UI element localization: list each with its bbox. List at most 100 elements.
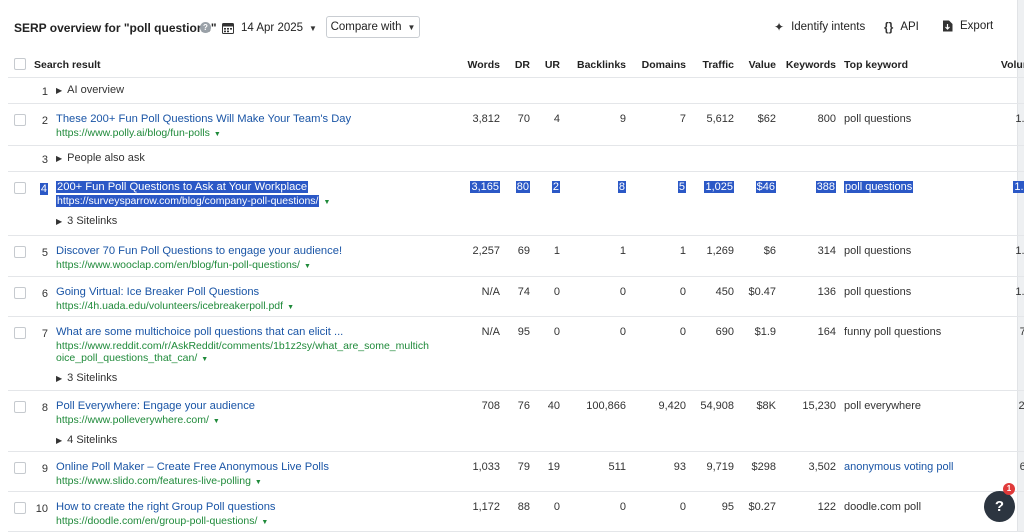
result-url[interactable]: https://www.slido.com/features-live-poll… (56, 475, 434, 487)
table-header: Search result Words DR UR Backlinks Doma… (8, 52, 1024, 78)
keywords-link[interactable]: 15,230 (780, 390, 841, 452)
dr-value: 95 (504, 316, 535, 391)
backlinks-link[interactable]: 0 (564, 491, 631, 532)
top-keyword-link[interactable]: funny poll questions (840, 316, 987, 391)
col-words[interactable]: Words (438, 52, 505, 78)
row-checkbox[interactable] (14, 182, 26, 194)
top-keyword-link[interactable]: poll everywhere (840, 390, 987, 452)
top-keyword-link[interactable]: poll questions (840, 103, 987, 146)
row-checkbox[interactable] (14, 327, 26, 339)
row-checkbox[interactable] (14, 246, 26, 258)
backlinks-link[interactable]: 8 (617, 181, 627, 193)
chevron-down-icon: ▼ (201, 356, 209, 363)
dr-value: 70 (504, 103, 535, 146)
row-checkbox[interactable] (14, 114, 26, 126)
people-also-ask-toggle[interactable]: ▶ People also ask (56, 152, 145, 164)
sitelinks-toggle[interactable]: ▶ 3 Sitelinks (56, 215, 434, 227)
position-number: 1 (30, 77, 52, 104)
col-traffic[interactable]: Traffic (690, 52, 739, 78)
result-title-link[interactable]: Discover 70 Fun Poll Questions to engage… (56, 245, 434, 257)
row-checkbox[interactable] (14, 401, 26, 413)
keywords-link[interactable]: 3,502 (780, 451, 841, 492)
backlinks-link[interactable]: 0 (564, 316, 631, 391)
col-search-result[interactable]: Search result (30, 52, 439, 78)
row-checkbox[interactable] (14, 462, 26, 474)
top-keyword-link[interactable]: poll questions (840, 276, 987, 317)
compare-with-button[interactable]: Compare with ▼ (326, 16, 420, 38)
keywords-link[interactable]: 388 (815, 181, 837, 193)
result-title-link[interactable]: These 200+ Fun Poll Questions Will Make … (56, 113, 434, 125)
ai-overview-toggle[interactable]: ▶ AI overview (56, 84, 124, 96)
select-all-checkbox[interactable] (14, 57, 26, 70)
result-title-link[interactable]: Online Poll Maker – Create Free Anonymou… (56, 461, 434, 473)
sitelinks-label: 4 Sitelinks (67, 434, 118, 446)
dr-value: 80 (515, 181, 531, 193)
api-button[interactable]: {} API (884, 20, 919, 34)
dr-value: 74 (504, 276, 535, 317)
help-icon[interactable]: ? (200, 22, 211, 33)
table-row: 10 How to create the right Group Poll qu… (8, 491, 1024, 532)
col-volume[interactable]: Volume (986, 52, 1024, 78)
export-button[interactable]: Export (942, 20, 993, 32)
keywords-link[interactable]: 800 (780, 103, 841, 146)
identify-intents-button[interactable]: ✦ Identify intents (774, 20, 865, 34)
backlinks-link[interactable]: 0 (564, 276, 631, 317)
domains-link[interactable]: 7 (630, 103, 691, 146)
col-value[interactable]: Value (738, 52, 781, 78)
domains-link[interactable]: 9,420 (630, 390, 691, 452)
date-picker[interactable]: 14 Apr 2025 ▼ (222, 17, 317, 39)
backlinks-link[interactable]: 1 (564, 235, 631, 277)
keywords-link[interactable]: 122 (780, 491, 841, 532)
result-title-link[interactable]: 200+ Fun Poll Questions to Ask at Your W… (56, 181, 309, 193)
backlinks-link[interactable]: 511 (564, 451, 631, 492)
col-keywords[interactable]: Keywords (780, 52, 841, 78)
result-url[interactable]: https://www.reddit.com/r/AskReddit/comme… (56, 340, 434, 364)
words-value: N/A (438, 316, 505, 391)
dr-value: 69 (504, 235, 535, 277)
result-title-link[interactable]: How to create the right Group Poll quest… (56, 501, 434, 513)
top-keyword-link[interactable]: doodle.com poll (840, 491, 987, 532)
result-title-link[interactable]: Going Virtual: Ice Breaker Poll Question… (56, 286, 434, 298)
value-value: $62 (738, 103, 781, 146)
domains-link[interactable]: 0 (630, 316, 691, 391)
result-title-link[interactable]: What are some multichoice poll questions… (56, 326, 434, 338)
sitelinks-toggle[interactable]: ▶ 3 Sitelinks (56, 372, 434, 384)
result-title-link[interactable]: Poll Everywhere: Engage your audience (56, 400, 434, 412)
keywords-link[interactable]: 164 (780, 316, 841, 391)
serp-panel: SERP overview for "poll questions" ? 14 … (0, 0, 1024, 532)
top-keyword-link[interactable]: poll questions (844, 181, 914, 193)
domains-link[interactable]: 1 (630, 235, 691, 277)
backlinks-link[interactable]: 100,866 (564, 390, 631, 452)
backlinks-link[interactable]: 9 (564, 103, 631, 146)
col-top-keyword[interactable]: Top keyword (840, 52, 987, 78)
keywords-link[interactable]: 314 (780, 235, 841, 277)
result-url[interactable]: https://4h.uada.edu/volunteers/icebreake… (56, 300, 434, 312)
row-checkbox[interactable] (14, 502, 26, 514)
keywords-link[interactable]: 136 (780, 276, 841, 317)
result-url[interactable]: https://www.wooclap.com/en/blog/fun-poll… (56, 259, 434, 271)
sitelinks-toggle[interactable]: ▶ 4 Sitelinks (56, 434, 434, 446)
words-value: 2,257 (438, 235, 505, 277)
chevron-down-icon: ▼ (213, 131, 221, 138)
ur-value: 0 (534, 276, 565, 317)
col-backlinks[interactable]: Backlinks (564, 52, 631, 78)
row-checkbox[interactable] (14, 287, 26, 299)
domains-link[interactable]: 0 (630, 491, 691, 532)
result-url[interactable]: https://surveysparrow.com/blog/company-p… (56, 195, 320, 207)
result-url[interactable]: https://www.polleverywhere.com/▼ (56, 414, 434, 426)
volume-value: 29K (986, 390, 1024, 452)
col-dr[interactable]: DR (504, 52, 535, 78)
top-keyword-link[interactable]: poll questions (840, 235, 987, 277)
domains-link[interactable]: 5 (677, 181, 687, 193)
position-number: 3 (30, 145, 52, 172)
result-url[interactable]: https://doodle.com/en/group-poll-questio… (56, 515, 434, 527)
domains-link[interactable]: 0 (630, 276, 691, 317)
col-domains[interactable]: Domains (630, 52, 691, 78)
result-url[interactable]: https://www.polly.ai/blog/fun-polls ▼ (56, 127, 434, 139)
table-row: 9 Online Poll Maker – Create Free Anonym… (8, 451, 1024, 492)
top-keyword-link[interactable]: anonymous voting poll (840, 451, 987, 492)
dr-value: 88 (504, 491, 535, 532)
domains-link[interactable]: 93 (630, 451, 691, 492)
help-chat-button[interactable]: ? (984, 491, 1015, 522)
col-ur[interactable]: UR (534, 52, 565, 78)
